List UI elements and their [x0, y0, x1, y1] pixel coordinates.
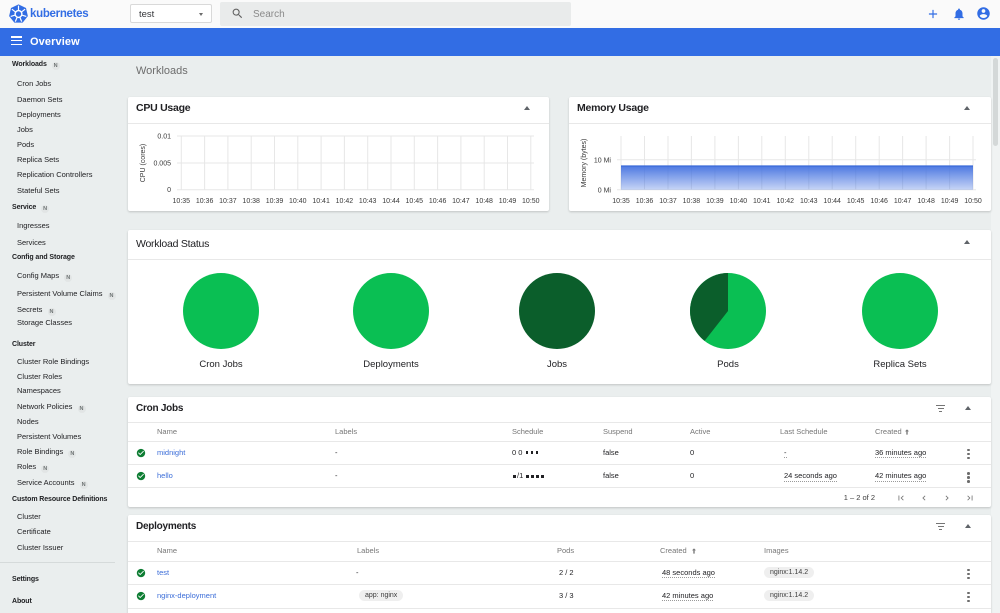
- svg-text:10:47: 10:47: [894, 198, 912, 205]
- svg-text:10:42: 10:42: [336, 198, 354, 205]
- svg-text:10:40: 10:40: [289, 198, 307, 205]
- svg-text:10:48: 10:48: [475, 198, 493, 205]
- svg-text:Memory (bytes): Memory (bytes): [581, 139, 588, 188]
- svg-text:10:41: 10:41: [312, 198, 330, 205]
- svg-text:10:44: 10:44: [823, 198, 841, 205]
- svg-text:10:47: 10:47: [452, 198, 470, 205]
- svg-text:10:43: 10:43: [359, 198, 377, 205]
- svg-text:10:37: 10:37: [219, 198, 237, 205]
- svg-text:0 Mi: 0 Mi: [598, 187, 612, 194]
- svg-text:10:49: 10:49: [941, 198, 959, 205]
- svg-text:0.01: 0.01: [157, 134, 171, 141]
- svg-text:10:50: 10:50: [964, 198, 982, 205]
- svg-text:10:37: 10:37: [659, 198, 677, 205]
- svg-text:10:38: 10:38: [683, 198, 701, 205]
- svg-text:Cron Jobs: Cron Jobs: [199, 359, 243, 370]
- svg-text:10:38: 10:38: [242, 198, 260, 205]
- svg-text:10:36: 10:36: [196, 198, 214, 205]
- svg-text:10:35: 10:35: [612, 198, 630, 205]
- svg-text:10:35: 10:35: [173, 198, 191, 205]
- svg-text:10:39: 10:39: [266, 198, 284, 205]
- svg-text:10:48: 10:48: [917, 198, 935, 205]
- svg-text:0.005: 0.005: [153, 161, 171, 168]
- svg-text:CPU (cores): CPU (cores): [140, 144, 147, 183]
- svg-text:10:50: 10:50: [522, 198, 540, 205]
- svg-text:10:44: 10:44: [382, 198, 400, 205]
- svg-text:10:39: 10:39: [706, 198, 724, 205]
- svg-text:Jobs: Jobs: [547, 359, 567, 370]
- svg-text:10:46: 10:46: [429, 198, 447, 205]
- svg-text:10:49: 10:49: [499, 198, 517, 205]
- svg-text:Deployments: Deployments: [363, 359, 419, 370]
- svg-text:10:40: 10:40: [730, 198, 748, 205]
- svg-text:10:45: 10:45: [406, 198, 424, 205]
- svg-text:10:46: 10:46: [870, 198, 888, 205]
- svg-text:10:45: 10:45: [847, 198, 865, 205]
- svg-text:10:43: 10:43: [800, 198, 818, 205]
- svg-text:10:42: 10:42: [777, 198, 795, 205]
- svg-text:0: 0: [167, 187, 171, 194]
- svg-text:Replica Sets: Replica Sets: [873, 359, 927, 370]
- svg-text:Pods: Pods: [717, 359, 739, 370]
- svg-text:10 Mi: 10 Mi: [594, 157, 612, 164]
- svg-text:10:36: 10:36: [636, 198, 654, 205]
- svg-text:10:41: 10:41: [753, 198, 771, 205]
